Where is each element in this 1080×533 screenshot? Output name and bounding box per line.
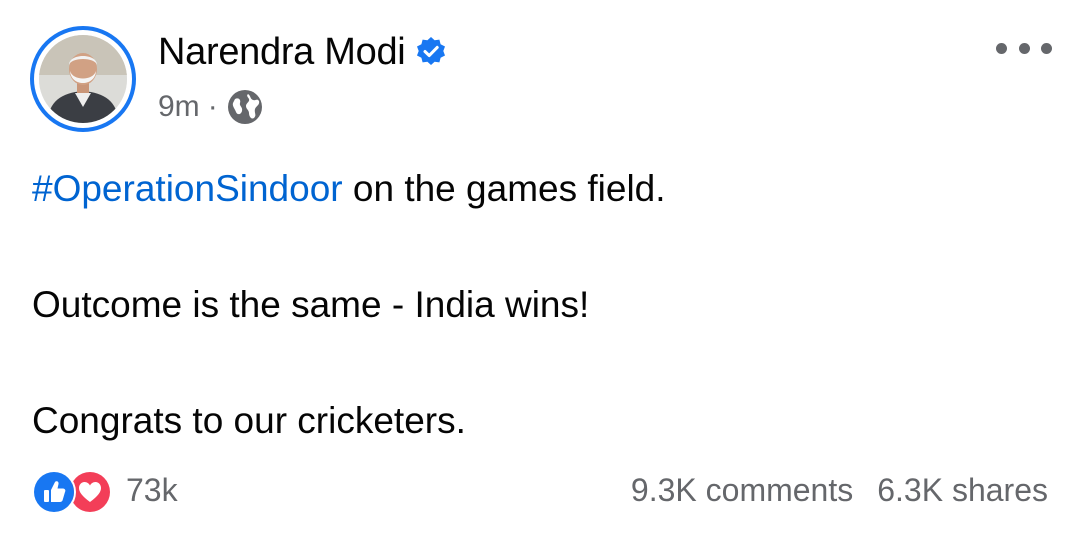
meta-separator: · (207, 90, 218, 123)
author-row: Narendra Modi (158, 27, 447, 77)
author-avatar[interactable] (30, 26, 136, 132)
avatar-image (39, 35, 127, 123)
comments-count-link[interactable]: 9.3K comments (631, 472, 853, 509)
post-line-1: #OperationSindoor on the games field. (32, 160, 1052, 218)
globe-icon[interactable] (226, 88, 264, 126)
more-horizontal-icon (1018, 42, 1030, 54)
more-horizontal-icon (996, 42, 1007, 54)
more-options-button[interactable] (996, 36, 1052, 60)
shares-count-link[interactable]: 6.3K shares (877, 472, 1048, 509)
hashtag-link[interactable]: #OperationSindoor (32, 168, 343, 209)
post-meta: 9m · (158, 86, 264, 128)
like-icon (32, 470, 76, 514)
reactions-summary[interactable]: 73k (32, 468, 178, 514)
post-line-1-text: on the games field. (342, 168, 666, 209)
reaction-count: 73k (126, 471, 178, 508)
post-time[interactable]: 9m (158, 90, 200, 124)
post-stats: 9.3K comments 6.3K shares (631, 468, 1048, 512)
reaction-icons (32, 468, 118, 514)
more-horizontal-icon (1041, 42, 1052, 54)
post-line-3: Congrats to our cricketers. (32, 400, 466, 441)
author-name[interactable]: Narendra Modi (158, 31, 406, 74)
verified-badge-icon (415, 36, 447, 68)
facebook-post: Narendra Modi 9m · #OperationSindoor on … (0, 0, 1080, 533)
post-content: #OperationSindoor on the games field. Ou… (32, 160, 1052, 450)
post-line-2: Outcome is the same - India wins! (32, 284, 590, 325)
